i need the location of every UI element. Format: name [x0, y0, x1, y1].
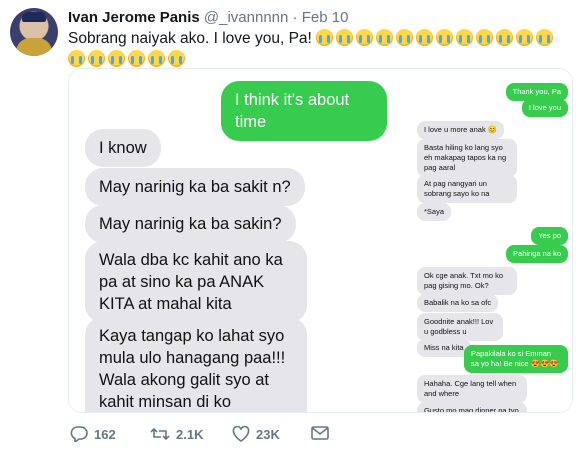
crying-face-icon	[376, 29, 394, 46]
crying-face-icon	[436, 29, 454, 46]
avatar[interactable]	[10, 8, 58, 56]
message-bubble: I think it's about time	[221, 81, 387, 141]
message-bubble: Pahinga na ko	[506, 245, 568, 263]
message-bubble: I love u more anak 😊	[417, 121, 505, 139]
message-bubble: Goodnite anak!!! Lov u godbless u	[417, 313, 503, 341]
screenshot-left: I think it's about time I know May narin…	[69, 69, 405, 412]
like-count: 23K	[256, 426, 280, 442]
message-bubble: At pag nangyari un sobrang sayo ko na	[417, 175, 517, 203]
message-bubble: Kaya tangap ko lahat syo mula ulo hanaga…	[85, 317, 307, 412]
message-bubble: Miss na kita	[417, 339, 471, 357]
tweet-body: Sobrang naiyak ako. I love you, Pa!	[68, 30, 312, 47]
screenshot-right: Thank you, Pa I love you I love u more a…	[409, 69, 572, 412]
retweet-action[interactable]: 2.1K	[150, 426, 203, 442]
crying-face-icon	[496, 29, 514, 46]
tweet-text: Sobrang naiyak ako. I love you, Pa!	[68, 28, 573, 70]
tweet-date[interactable]: Feb 10	[302, 9, 349, 26]
crying-face-icon	[516, 29, 534, 46]
reply-count: 162	[94, 426, 116, 442]
message-bubble: I love you	[521, 99, 568, 117]
tweet-header: Ivan Jerome Panis @_ivannnnn · Feb 10	[68, 9, 348, 26]
message-bubble: I know	[85, 129, 161, 167]
message-bubble: Yes po	[531, 227, 568, 245]
reply-action[interactable]: 162	[70, 426, 116, 442]
message-bubble: Hahaha. Cge lang tell when and where	[417, 375, 527, 403]
crying-face-icon	[476, 29, 494, 46]
message-bubble: Babalik na ko sa ofc	[417, 294, 499, 312]
message-bubble: May narinig ka ba sakit n?	[85, 168, 305, 206]
message-bubble: *Saya	[417, 203, 452, 221]
crying-face-icon	[356, 29, 374, 46]
user-handle[interactable]: @_ivannnnn	[204, 9, 288, 26]
crying-face-icon	[168, 50, 185, 67]
display-name[interactable]: Ivan Jerome Panis	[68, 9, 200, 26]
message-bubble: May narinig ka ba sakin?	[85, 205, 296, 243]
like-action[interactable]: 23K	[232, 426, 280, 442]
retweet-count: 2.1K	[176, 426, 204, 442]
message-bubble: Wala dba kc kahit ano ka pa at sino ka p…	[85, 241, 307, 323]
envelope-icon	[311, 426, 329, 440]
message-action[interactable]	[311, 426, 329, 440]
message-bubble: Papakilala ko si Emman sa yo ha! Be nice…	[464, 345, 568, 373]
crying-face-icon	[336, 29, 354, 46]
crying-face-icon	[88, 50, 105, 67]
message-bubble: Basta hiling ko lang syo eh makapag tapo…	[417, 139, 517, 177]
crying-face-icon	[416, 29, 434, 46]
crying-face-icon	[128, 50, 145, 67]
crying-face-icon	[536, 29, 554, 46]
separator-dot: ·	[292, 9, 298, 26]
crying-face-icon	[456, 29, 474, 46]
retweet-icon	[150, 426, 170, 442]
reply-icon	[70, 426, 88, 442]
heart-icon	[232, 426, 250, 442]
crying-face-icon	[108, 50, 125, 67]
message-bubble: Gusto mo mag dinner pa tyo	[417, 402, 527, 412]
crying-face-icon	[68, 50, 85, 67]
crying-face-icon	[316, 29, 334, 46]
crying-face-icon	[396, 29, 414, 46]
message-bubble: Ok cge anak. Txt mo ko pag gising mo. Ok…	[417, 267, 517, 295]
tweet-media[interactable]: I think it's about time I know May narin…	[68, 68, 573, 413]
avatar-body	[16, 38, 52, 56]
crying-face-icon	[148, 50, 165, 67]
avatar-cap	[22, 12, 46, 22]
